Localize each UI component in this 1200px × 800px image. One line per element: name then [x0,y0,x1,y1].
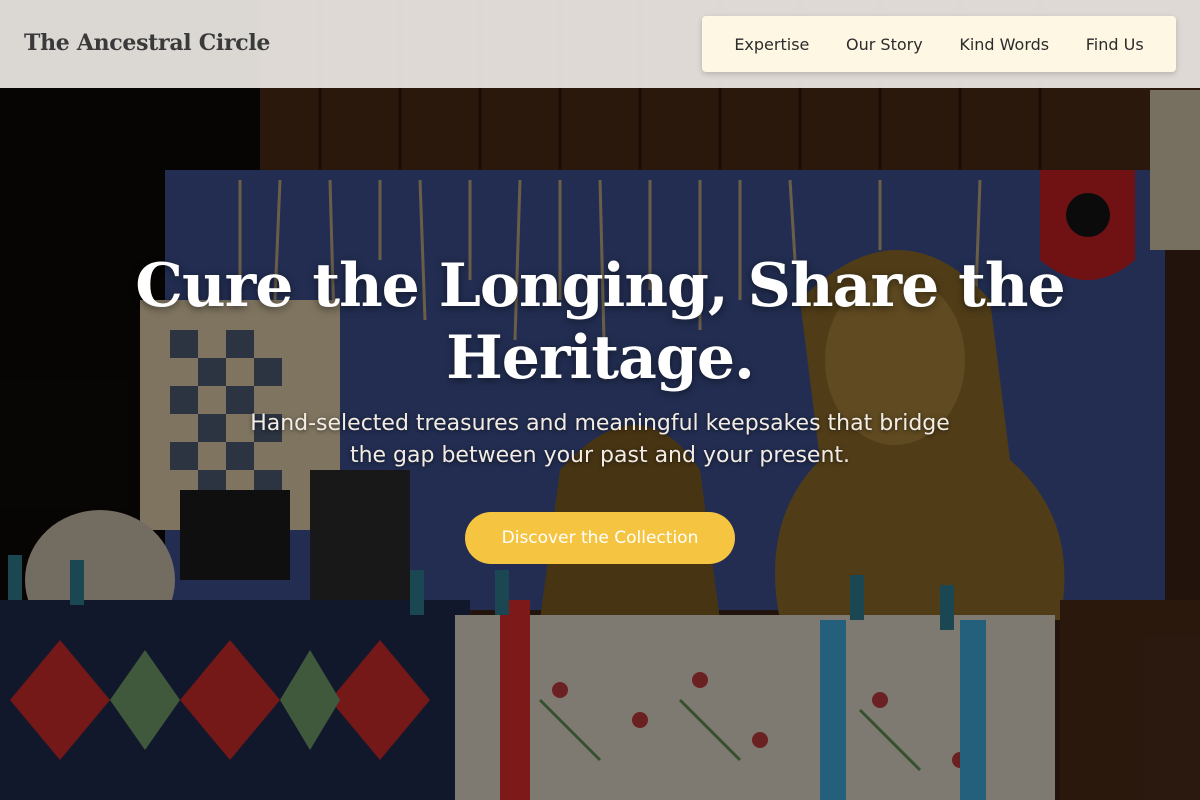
nav-link-kind-words[interactable]: Kind Words [959,35,1049,54]
hero-subtitle: Hand-selected treasures and meaningful k… [250,411,950,468]
nav-link-expertise[interactable]: Expertise [734,35,809,54]
discover-collection-button[interactable]: Discover the Collection [465,512,735,564]
hero-section: Cure the Longing, Share the Heritage. Ha… [0,250,1200,564]
site-brand-logo[interactable]: The Ancestral Circle [24,30,270,56]
nav-link-find-us[interactable]: Find Us [1086,35,1144,54]
hero-title: Cure the Longing, Share the Heritage. [135,251,1065,393]
site-header: The Ancestral Circle Expertise Our Story… [0,0,1200,88]
nav-link-our-story[interactable]: Our Story [846,35,923,54]
main-navigation: Expertise Our Story Kind Words Find Us [702,16,1176,72]
